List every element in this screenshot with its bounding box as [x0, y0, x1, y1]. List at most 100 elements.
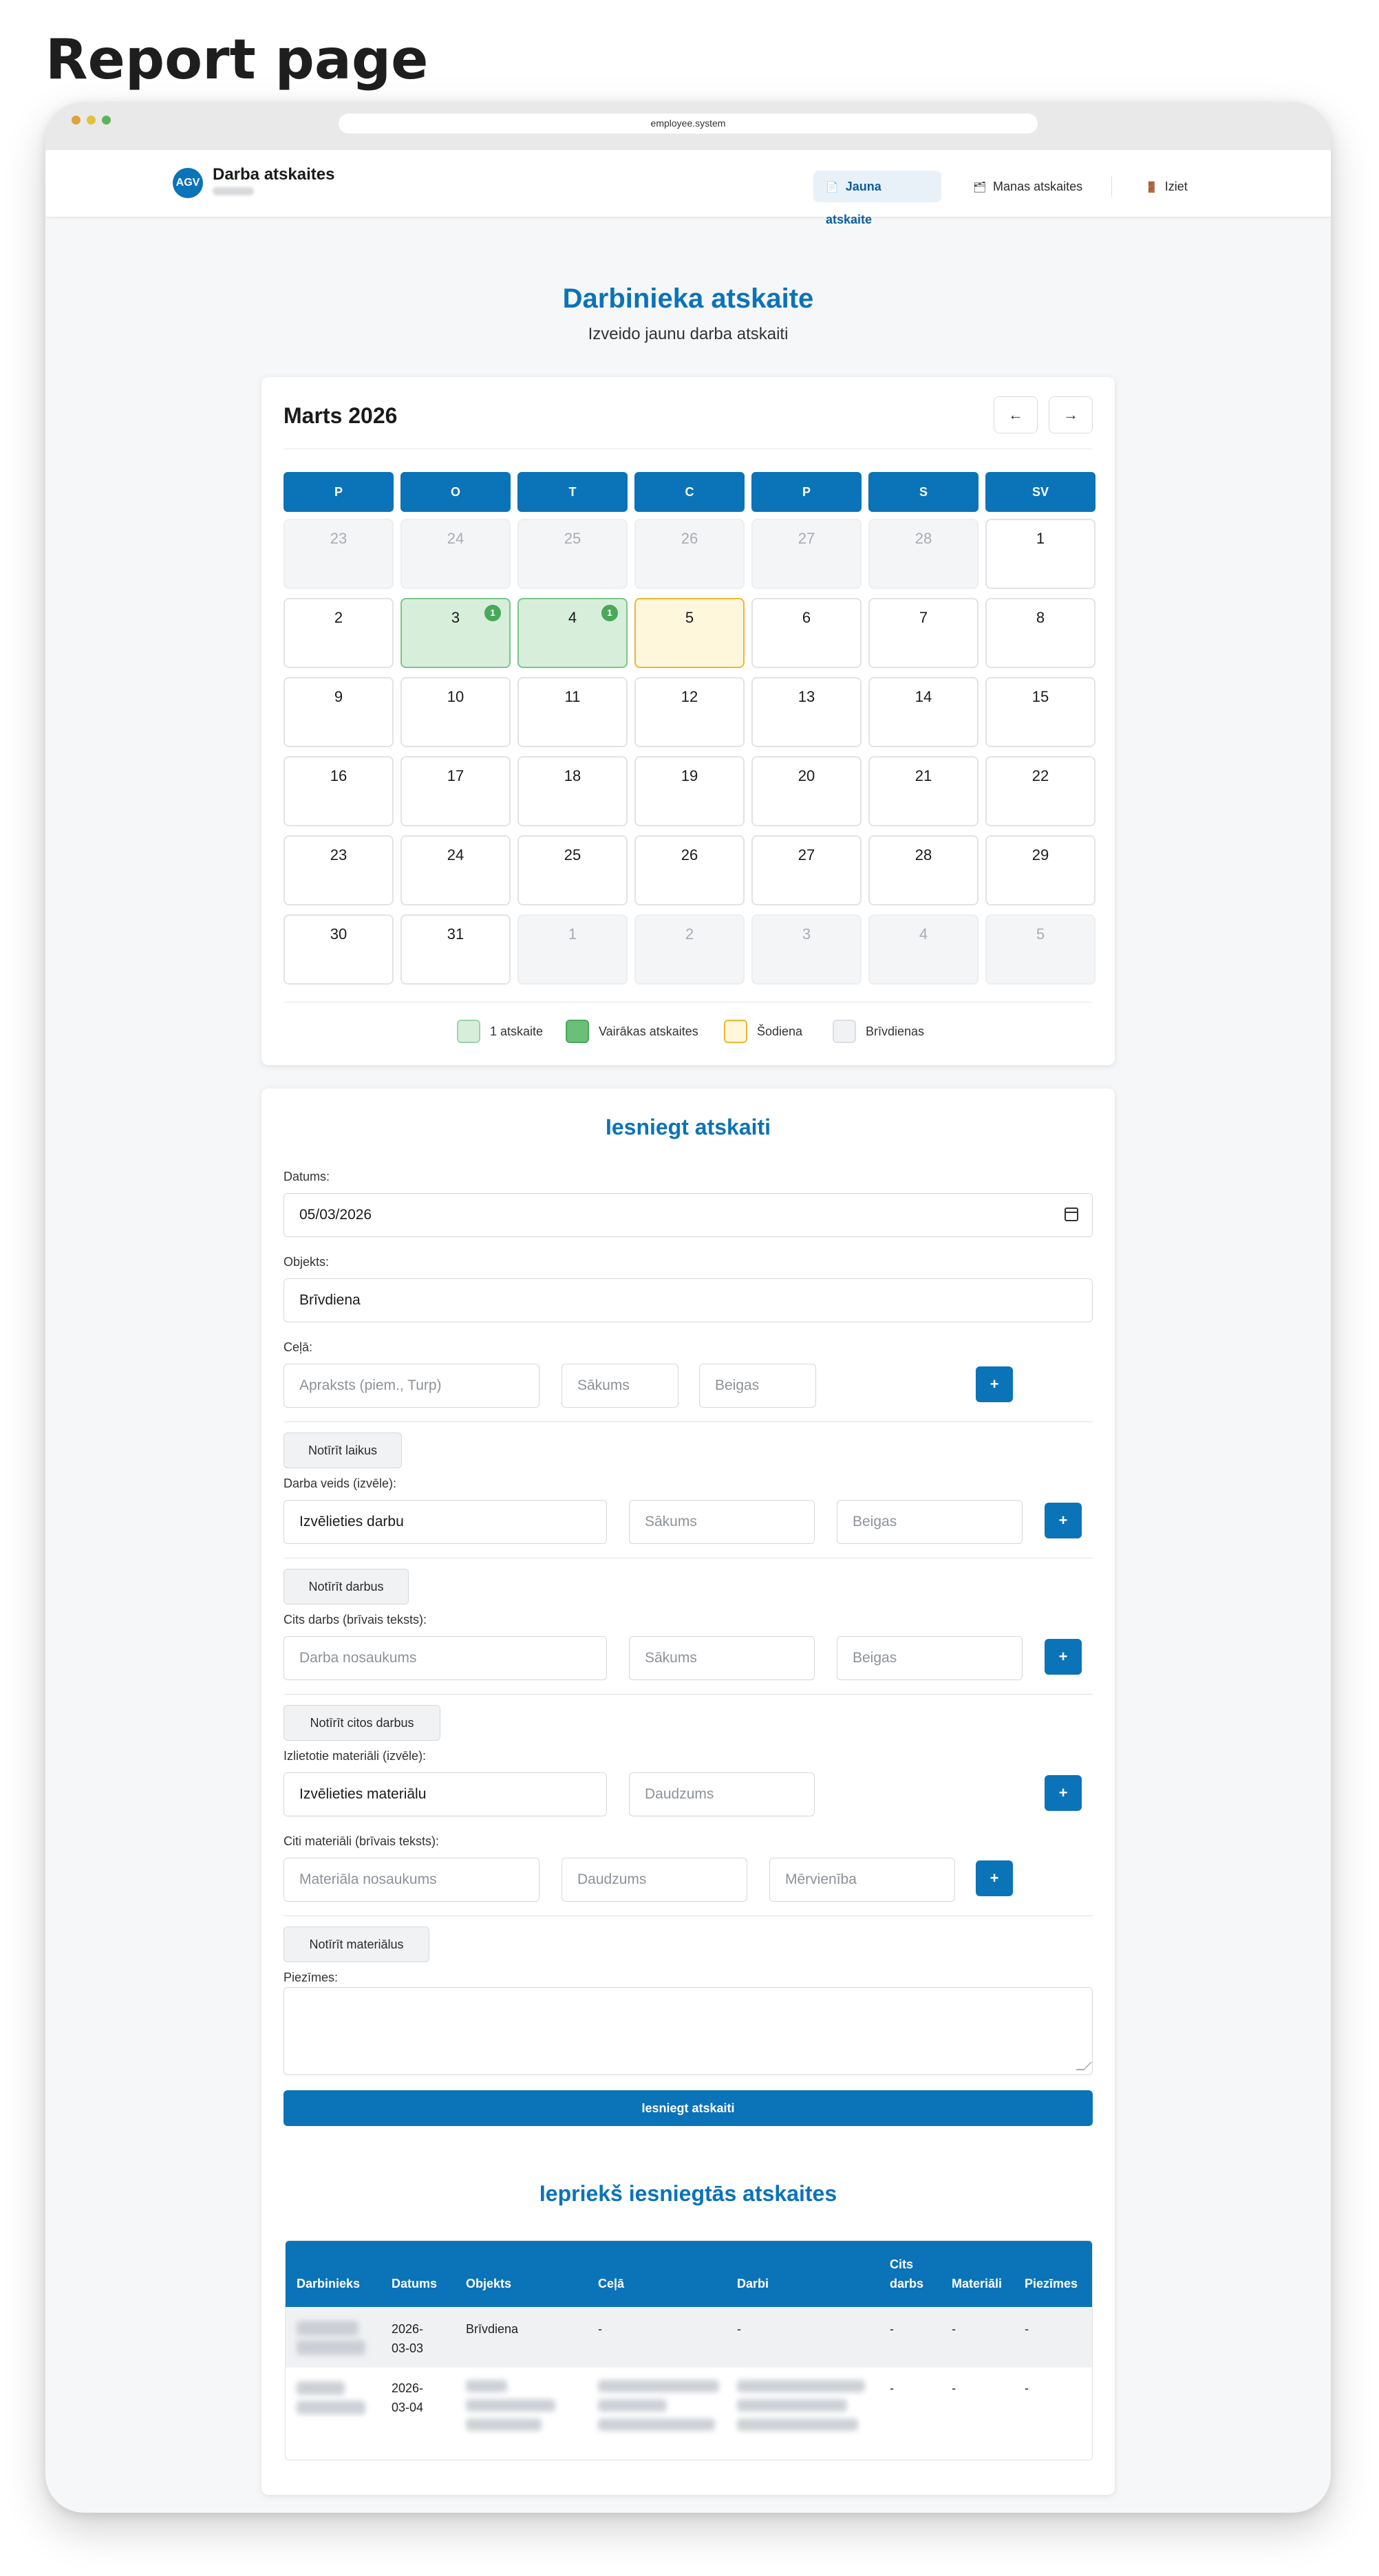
- calendar-day[interactable]: 2: [284, 598, 394, 668]
- arrow-left-icon: ←: [1008, 406, 1023, 423]
- window-maximize-dot[interactable]: [102, 116, 111, 125]
- calendar-day[interactable]: 3: [751, 914, 862, 985]
- clear-materials-button[interactable]: Notīrīt materiālus: [284, 1926, 429, 1962]
- weekday-header: T: [517, 472, 628, 512]
- calendar-day[interactable]: 21: [868, 756, 979, 826]
- calendar-day[interactable]: 30: [284, 914, 394, 985]
- calendar-next-button[interactable]: →: [1049, 396, 1093, 433]
- add-travel-button[interactable]: +: [976, 1366, 1013, 1402]
- nav-my-reports[interactable]: 🗂 Manas atskaites: [961, 171, 1098, 202]
- calendar-day[interactable]: 1: [985, 519, 1095, 589]
- other-material-name-input[interactable]: Materiāla nosaukums: [284, 1858, 539, 1902]
- calendar-day[interactable]: 10: [400, 677, 511, 747]
- col-travel[interactable]: Ceļā: [598, 2274, 624, 2293]
- work-start-input[interactable]: Sākums: [629, 1500, 815, 1544]
- calendar-day[interactable]: 15: [985, 677, 1095, 747]
- logo[interactable]: AGV: [173, 168, 203, 198]
- table-header: Darbinieks Datums Objekts Ceļā Darbi Cit…: [286, 2241, 1092, 2307]
- calendar-day[interactable]: 13: [751, 677, 862, 747]
- calendar-day[interactable]: 6: [751, 598, 862, 668]
- add-other-work-button[interactable]: +: [1045, 1639, 1082, 1675]
- window-minimize-dot[interactable]: [87, 116, 96, 125]
- other-work-start-input[interactable]: Sākums: [629, 1636, 815, 1680]
- calendar-day[interactable]: 24: [400, 519, 511, 589]
- travel-label: Ceļā:: [284, 1340, 313, 1354]
- other-work-name-input[interactable]: Darba nosaukums: [284, 1636, 607, 1680]
- travel-start-input[interactable]: Sākums: [562, 1364, 678, 1408]
- calendar-day[interactable]: 12: [634, 677, 745, 747]
- calendar-day[interactable]: 41: [517, 598, 628, 668]
- materials-select[interactable]: Izvēlieties materiālu: [284, 1772, 607, 1816]
- calendar-day[interactable]: 26: [634, 835, 745, 905]
- col-work[interactable]: Darbi: [737, 2274, 769, 2293]
- weekday-header: P: [284, 472, 394, 512]
- other-work-end-input[interactable]: Beigas: [837, 1636, 1023, 1680]
- nav-logout[interactable]: 🚪 Iziet: [1133, 171, 1201, 202]
- row-work: -: [737, 2322, 741, 2336]
- clear-times-button[interactable]: Notīrīt laikus: [284, 1432, 402, 1468]
- calendar-day[interactable]: 14: [868, 677, 979, 747]
- submit-report-button[interactable]: Iesniegt atskaiti: [284, 2090, 1093, 2126]
- calendar-day[interactable]: 28: [868, 835, 979, 905]
- employee-surname-blurred: [297, 2340, 365, 2355]
- other-material-unit-input[interactable]: Mērvienība: [769, 1858, 955, 1902]
- other-material-quantity-input[interactable]: Daudzums: [562, 1858, 747, 1902]
- add-other-material-button[interactable]: +: [976, 1860, 1013, 1896]
- work-end-input[interactable]: Beigas: [837, 1500, 1023, 1544]
- calendar-day[interactable]: 28: [868, 519, 979, 589]
- travel-end-input[interactable]: Beigas: [699, 1364, 816, 1408]
- calendar-prev-button[interactable]: ←: [994, 396, 1038, 433]
- calendar-day[interactable]: 25: [517, 519, 628, 589]
- materials-quantity-input[interactable]: Daudzums: [629, 1772, 815, 1816]
- calendar-day[interactable]: 27: [751, 835, 862, 905]
- col-date[interactable]: Datums: [392, 2274, 437, 2293]
- calendar-day[interactable]: 24: [400, 835, 511, 905]
- calendar-day[interactable]: 18: [517, 756, 628, 826]
- calendar-day[interactable]: 7: [868, 598, 979, 668]
- calendar-day[interactable]: 22: [985, 756, 1095, 826]
- add-work-button[interactable]: +: [1045, 1503, 1082, 1538]
- calendar-day[interactable]: 5: [985, 914, 1095, 985]
- date-input[interactable]: 05/03/2026: [284, 1193, 1093, 1237]
- work-type-select[interactable]: Izvēlieties darbu: [284, 1500, 607, 1544]
- col-materials[interactable]: Materiāli: [952, 2274, 1002, 2293]
- col-employee[interactable]: Darbinieks: [297, 2274, 360, 2293]
- calendar-day[interactable]: 2: [634, 914, 745, 985]
- calendar-day[interactable]: 29: [985, 835, 1095, 905]
- clear-work-button[interactable]: Notīrīt darbus: [284, 1569, 409, 1604]
- calendar-day[interactable]: 8: [985, 598, 1095, 668]
- window-close-dot[interactable]: [72, 116, 81, 125]
- calendar-day[interactable]: 23: [284, 519, 394, 589]
- calendar-day[interactable]: 27: [751, 519, 862, 589]
- col-notes[interactable]: Piezīmes: [1025, 2274, 1078, 2293]
- calendar-day[interactable]: 11: [517, 677, 628, 747]
- calendar-day[interactable]: 25: [517, 835, 628, 905]
- calendar-day[interactable]: 19: [634, 756, 745, 826]
- calendar-day[interactable]: 26: [634, 519, 745, 589]
- col-object[interactable]: Objekts: [466, 2274, 511, 2293]
- object-select[interactable]: Brīvdiena: [284, 1278, 1093, 1322]
- calendar-day[interactable]: 31: [400, 914, 511, 985]
- clear-other-work-button[interactable]: Notīrīt citos darbus: [284, 1705, 440, 1741]
- travel-description-input[interactable]: Apraksts (piem., Turp): [284, 1364, 539, 1408]
- calendar-icon[interactable]: [1065, 1208, 1078, 1221]
- calendar-day[interactable]: 20: [751, 756, 862, 826]
- col-other-work[interactable]: Cits darbs: [890, 2255, 931, 2293]
- address-bar[interactable]: employee.system: [339, 114, 1038, 133]
- object-label: Objekts:: [284, 1255, 330, 1269]
- calendar-day[interactable]: 23: [284, 835, 394, 905]
- calendar-day[interactable]: 31: [400, 598, 511, 668]
- calendar-day[interactable]: 9: [284, 677, 394, 747]
- add-material-button[interactable]: +: [1045, 1775, 1082, 1811]
- calendar-day[interactable]: 1: [517, 914, 628, 985]
- weekday-header: S: [868, 472, 979, 512]
- calendar-day[interactable]: 4: [868, 914, 979, 985]
- table-row[interactable]: 2026-03-03 Brīvdiena - - - - -: [286, 2307, 1092, 2368]
- row-travel-blurred: [598, 2399, 667, 2412]
- calendar-day[interactable]: 16: [284, 756, 394, 826]
- calendar-day[interactable]: 17: [400, 756, 511, 826]
- table-row[interactable]: 2026-03-04 - - -: [286, 2368, 1092, 2460]
- calendar-day-today[interactable]: 5: [634, 598, 745, 668]
- notes-textarea[interactable]: [284, 1987, 1093, 2075]
- nav-new-report[interactable]: 📄 Jauna atskaite: [813, 171, 941, 226]
